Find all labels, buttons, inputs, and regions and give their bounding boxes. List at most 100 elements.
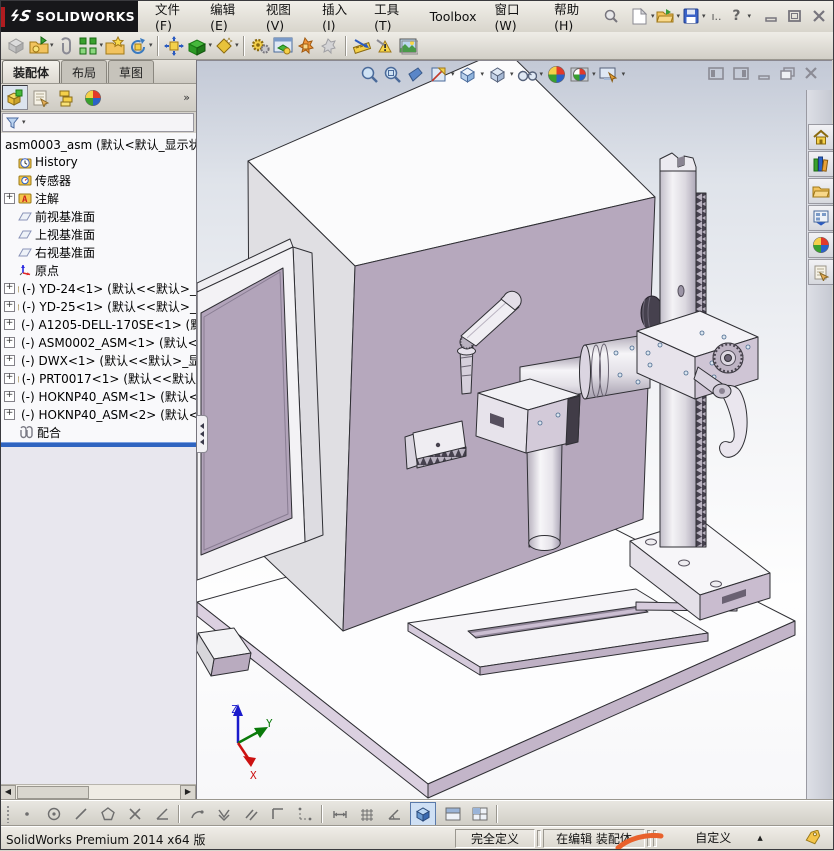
minimize-button[interactable] <box>765 10 778 22</box>
panel-splitter-handle[interactable] <box>197 415 208 453</box>
gauge-barrel[interactable] <box>527 444 562 551</box>
display-style-caret[interactable]: ▾ <box>510 71 514 78</box>
viewport-grid-button[interactable] <box>469 803 490 824</box>
appearances-scenes-tab[interactable] <box>808 232 834 258</box>
new-document-icon[interactable] <box>631 7 649 25</box>
snap-grid-icon[interactable] <box>356 803 377 824</box>
new-document-caret[interactable]: ▾ <box>651 13 655 20</box>
snap-points-icon[interactable] <box>16 803 37 824</box>
assembly-features-icon[interactable] <box>186 34 209 57</box>
manager-overflow[interactable]: » <box>183 91 190 104</box>
interference-detection-icon[interactable] <box>374 34 397 57</box>
scroll-left-button[interactable]: ◀ <box>0 785 16 800</box>
expand-toggle[interactable]: + <box>4 283 15 294</box>
insert-component-icon[interactable] <box>4 34 27 57</box>
apply-scene-icon[interactable] <box>569 64 589 84</box>
snap-length-icon[interactable] <box>329 803 350 824</box>
open-part-icon[interactable] <box>27 34 50 57</box>
rotate-component-caret[interactable]: ▾ <box>149 42 153 49</box>
view-orientation-caret[interactable]: ▾ <box>481 71 485 78</box>
minimize-document-button[interactable] <box>758 68 771 80</box>
tree-filter[interactable]: ▾ <box>2 113 194 132</box>
exploded-view-icon[interactable] <box>295 34 318 57</box>
tree-item-component[interactable]: + (-) PRT0017<1> (默认<<默认 <box>0 369 196 387</box>
scroll-thumb[interactable] <box>17 786 89 799</box>
snap-polygon-icon[interactable] <box>97 803 118 824</box>
smart-fasteners-icon[interactable] <box>103 34 126 57</box>
display-style-icon[interactable] <box>487 64 507 84</box>
expand-toggle[interactable]: + <box>4 301 15 312</box>
snap-parallel-icon[interactable] <box>240 803 261 824</box>
help-caret[interactable]: ▾ <box>747 13 751 20</box>
close-document-button[interactable] <box>804 67 818 80</box>
status-custom[interactable]: 自定义 ▲ <box>659 829 799 846</box>
menu-toolbox[interactable]: Toolbox <box>421 5 486 28</box>
expand-toggle[interactable]: + <box>4 337 15 348</box>
save-icon[interactable] <box>682 7 700 25</box>
snap-angle-snaps-icon[interactable] <box>383 803 404 824</box>
expand-toggle[interactable]: + <box>4 355 15 366</box>
view-orientation-icon[interactable] <box>458 64 478 84</box>
search-icon[interactable] <box>602 7 619 25</box>
show-right-pane-button[interactable] <box>733 67 749 80</box>
hide-show-items-icon[interactable] <box>517 64 537 84</box>
tree-item-front-plane[interactable]: 前视基准面 <box>0 207 196 225</box>
design-library-tab[interactable] <box>808 151 834 177</box>
tree-item-annotations[interactable]: + A 注解 <box>0 189 196 207</box>
tree-item-mates[interactable]: 配合 <box>0 423 196 441</box>
tree-item-component[interactable]: + (-) HOKNP40_ASM<1> (默认< <box>0 387 196 405</box>
explode-line-sketch-icon[interactable] <box>318 34 341 57</box>
tree-item-root[interactable]: asm0003_asm (默认<默认_显示状 <box>0 135 196 153</box>
zoom-to-area-icon[interactable] <box>382 64 402 84</box>
view-settings-icon[interactable] <box>599 64 619 84</box>
shaded-with-edges-view-button[interactable] <box>410 802 436 826</box>
tree-item-sensors[interactable]: 传感器 <box>0 171 196 189</box>
open-document-icon[interactable] <box>656 7 674 25</box>
restore-button[interactable] <box>788 10 802 23</box>
scroll-right-button[interactable]: ▶ <box>180 785 196 800</box>
expand-toggle[interactable]: + <box>4 319 15 330</box>
tree-item-origin[interactable]: 原点 <box>0 261 196 279</box>
zoom-to-fit-icon[interactable] <box>359 64 379 84</box>
snap-perpendicular-icon[interactable] <box>267 803 288 824</box>
tree-item-top-plane[interactable]: 上视基准面 <box>0 225 196 243</box>
mate-icon[interactable] <box>54 34 77 57</box>
move-component-icon[interactable] <box>163 34 186 57</box>
tree-item-component[interactable]: + (-) DWX<1> (默认<<默认>_显 <box>0 351 196 369</box>
tree-item-component[interactable]: + (-) ASM0002_ASM<1> (默认< <box>0 333 196 351</box>
tree-item-history[interactable]: History <box>0 153 196 171</box>
tree-item-component[interactable]: + (-) HOKNP40_ASM<2> (默认< <box>0 405 196 423</box>
custom-caret[interactable]: ▲ <box>757 834 762 842</box>
expand-toggle[interactable]: + <box>4 193 15 204</box>
reference-geometry-icon[interactable] <box>212 34 235 57</box>
rotate-component-icon[interactable] <box>126 34 149 57</box>
toolbar-drag-handle[interactable] <box>6 805 10 823</box>
assembly-model[interactable]: Z Y X <box>197 61 832 800</box>
solidworks-resources-tab[interactable] <box>808 124 834 150</box>
edit-appearance-icon[interactable] <box>546 64 566 84</box>
tab-layout[interactable]: 布局 <box>61 60 107 83</box>
tree-item-component[interactable]: + (-) A1205-DELL-170SE<1> (默 <box>0 315 196 333</box>
appearance-image-icon[interactable] <box>397 34 420 57</box>
expand-toggle[interactable]: + <box>4 391 15 402</box>
tree-horizontal-scrollbar[interactable]: ◀ ▶ <box>0 784 196 799</box>
open-document-caret[interactable]: ▾ <box>676 13 680 20</box>
save-caret[interactable]: ▾ <box>702 13 706 20</box>
display-manager-tab[interactable] <box>80 85 106 110</box>
filter-caret[interactable]: ▾ <box>22 119 26 126</box>
property-manager-tab[interactable] <box>28 85 54 110</box>
view-settings-caret[interactable]: ▾ <box>622 71 626 78</box>
close-button[interactable] <box>812 10 826 23</box>
motion-study-icon[interactable] <box>249 34 272 57</box>
snap-intersections-icon[interactable] <box>124 803 145 824</box>
linear-component-pattern-icon[interactable] <box>77 34 100 57</box>
tab-sketch[interactable]: 草图 <box>108 60 154 83</box>
snap-center-points-icon[interactable] <box>43 803 64 824</box>
expand-toggle[interactable]: + <box>4 409 15 420</box>
apply-scene-caret[interactable]: ▾ <box>592 71 596 78</box>
tree-item-right-plane[interactable]: 右视基准面 <box>0 243 196 261</box>
monitor[interactable] <box>197 239 323 580</box>
split-view-button[interactable] <box>442 803 463 824</box>
file-explorer-tab[interactable] <box>808 178 834 204</box>
graphics-area[interactable]: Z Y X ▾ ▾ ▾ ▾ ▾ ▾ <box>197 60 832 800</box>
